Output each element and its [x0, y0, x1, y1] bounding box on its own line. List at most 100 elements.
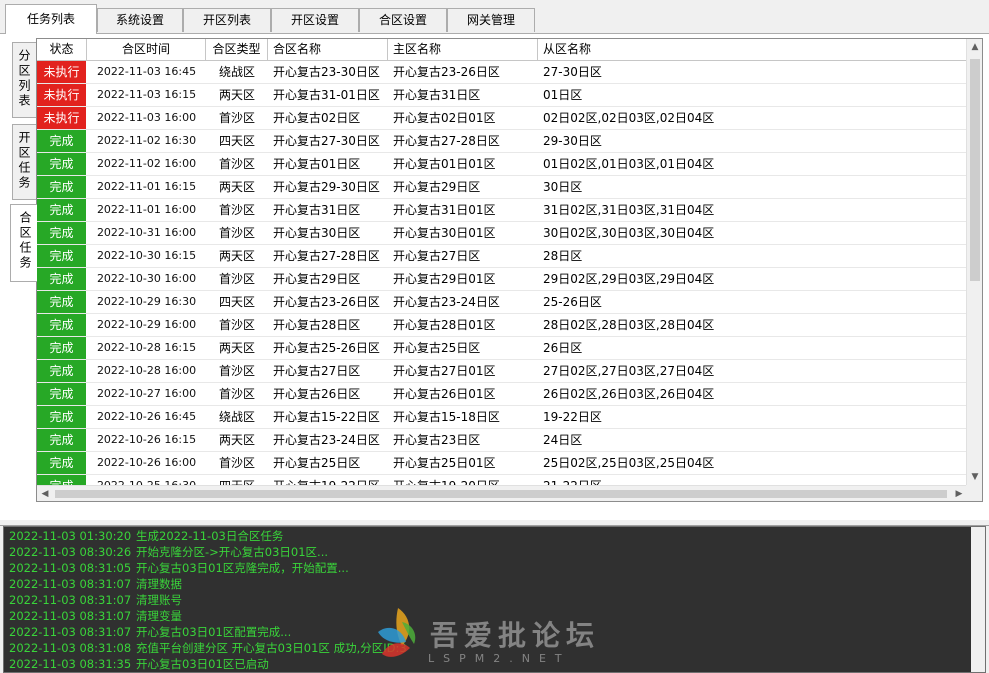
- table-row[interactable]: 完成 2022-10-28 16:15 两天区 开心复古25-26日区 开心复古25日区…: [37, 337, 967, 360]
- log-line: 2022-11-03 08:31:35 开心复古03日01区已启动: [9, 657, 269, 672]
- table-row[interactable]: 完成 2022-11-01 16:00 首沙区 开心复古31日区 开心复古31日01区 3…: [37, 199, 967, 222]
- merge-time-cell: 2022-10-26 16:45: [96, 410, 197, 423]
- merge-time-cell: 2022-11-01 16:00: [96, 203, 197, 216]
- log-line: 2022-11-03 08:31:05 开心复古03日01区克隆完成，开始配置..…: [9, 561, 349, 576]
- table-row[interactable]: 完成 2022-10-29 16:00 首沙区 开心复古28日区 开心复古28日01区 2…: [37, 314, 967, 337]
- tab-open-server-list[interactable]: 开区列表: [183, 8, 271, 32]
- sub-name-cell: 01日02区,01日03区,01日04区: [543, 157, 715, 171]
- scroll-thumb[interactable]: [970, 59, 980, 281]
- grid-horizontal-scrollbar[interactable]: ◀ ▶: [37, 485, 967, 501]
- main-name-cell: 开心复古27日01区: [393, 364, 496, 378]
- column-header-status[interactable]: 状态: [37, 39, 87, 61]
- table-row[interactable]: 完成 2022-10-30 16:00 首沙区 开心复古29日区 开心复古29日01区 2…: [37, 268, 967, 291]
- grid-header: 状态 合区时间 合区类型 合区名称 主区名称 从区名称: [37, 39, 967, 61]
- status-badge: 完成: [37, 245, 86, 267]
- side-tab-merge-task[interactable]: 合区任务: [10, 204, 37, 282]
- merge-type-cell: 四天区: [218, 295, 255, 309]
- column-header-sub-name[interactable]: 从区名称: [538, 39, 967, 61]
- table-row[interactable]: 完成 2022-11-02 16:00 首沙区 开心复古01日区 开心复古01日01区 0…: [37, 153, 967, 176]
- side-tab-label: 合区任务: [18, 211, 32, 271]
- scroll-up-icon[interactable]: ▲: [967, 39, 982, 55]
- merge-time-cell: 2022-10-31 16:00: [96, 226, 197, 239]
- merge-type-cell: 首沙区: [218, 226, 255, 240]
- main-name-cell: 开心复古23-26日区: [393, 65, 500, 79]
- side-tab-partition-list[interactable]: 分区列表: [12, 42, 36, 118]
- tab-system-settings[interactable]: 系统设置: [97, 8, 183, 32]
- merge-time-cell: 2022-10-30 16:15: [96, 249, 197, 262]
- tab-task-list[interactable]: 任务列表: [5, 4, 97, 34]
- main-name-cell: 开心复古27-28日区: [393, 134, 500, 148]
- side-tab-open-server-task[interactable]: 开区任务: [12, 124, 36, 200]
- merge-name-cell: 开心复古26日区: [273, 387, 361, 401]
- main-name-cell: 开心复古28日01区: [393, 318, 496, 332]
- log-timestamp: 2022-11-03 08:30:26: [9, 545, 132, 559]
- merge-time-cell: 2022-10-28 16:15: [96, 341, 197, 354]
- main-name-cell: 开心复古23-24日区: [393, 295, 500, 309]
- main-name-cell: 开心复古31日01区: [393, 203, 496, 217]
- merge-task-grid: 状态 合区时间 合区类型 合区名称 主区名称 从区名称 未执行 2022-11-0…: [36, 38, 983, 502]
- log-message: 清理变量: [136, 609, 182, 623]
- sub-name-cell: 29-30日区: [543, 134, 602, 148]
- sub-name-cell: 30日02区,30日03区,30日04区: [543, 226, 715, 240]
- table-row[interactable]: 完成 2022-10-26 16:45 绕战区 开心复古15-22日区 开心复古15-1…: [37, 406, 967, 429]
- log-line: 2022-11-03 08:31:07 清理数据: [9, 577, 182, 592]
- log-timestamp: 2022-11-03 08:31:07: [9, 609, 132, 623]
- log-timestamp: 2022-11-03 08:31:07: [9, 577, 132, 591]
- sub-name-cell: 28日区: [543, 249, 583, 263]
- main-name-cell: 开心复古25日区: [393, 341, 481, 355]
- main-name-cell: 开心复古25日01区: [393, 456, 496, 470]
- merge-type-cell: 首沙区: [218, 157, 255, 171]
- log-message: 开心复古03日01区已启动: [136, 657, 269, 671]
- merge-time-cell: 2022-10-26 16:15: [96, 433, 197, 446]
- table-row[interactable]: 完成 2022-10-26 16:00 首沙区 开心复古25日区 开心复古25日01区 2…: [37, 452, 967, 475]
- scroll-right-icon[interactable]: ▶: [951, 486, 967, 501]
- main-name-cell: 开心复古31日区: [393, 88, 481, 102]
- status-badge: 完成: [37, 199, 86, 221]
- main-tab-bar: 任务列表 系统设置 开区列表 开区设置 合区设置 网关管理: [0, 0, 989, 34]
- status-badge: 完成: [37, 406, 86, 428]
- table-row[interactable]: 未执行 2022-11-03 16:00 首沙区 开心复古02日区 开心复古02日01区…: [37, 107, 967, 130]
- merge-name-cell: 开心复古31日区: [273, 203, 361, 217]
- log-line: 2022-11-03 01:30:20 生成2022-11-03日合区任务: [9, 529, 283, 544]
- table-row[interactable]: 完成 2022-10-27 16:00 首沙区 开心复古26日区 开心复古26日01区 2…: [37, 383, 967, 406]
- scroll-thumb[interactable]: [55, 490, 947, 498]
- grid-vertical-scrollbar[interactable]: ▲ ▼: [966, 39, 982, 485]
- log-timestamp: 2022-11-03 08:31:08: [9, 641, 132, 655]
- scroll-down-icon[interactable]: ▼: [967, 469, 982, 485]
- table-row[interactable]: 完成 2022-10-29 16:30 四天区 开心复古23-26日区 开心复古23-2…: [37, 291, 967, 314]
- table-row[interactable]: 未执行 2022-11-03 16:45 绕战区 开心复古23-30日区 开心复古23-…: [37, 61, 967, 84]
- column-header-merge-name[interactable]: 合区名称: [268, 39, 388, 61]
- log-message: 开心复古03日01区克隆完成，开始配置...: [136, 561, 349, 575]
- merge-type-cell: 首沙区: [218, 364, 255, 378]
- merge-type-cell: 首沙区: [218, 387, 255, 401]
- column-header-merge-time[interactable]: 合区时间: [87, 39, 206, 61]
- tab-gateway-management[interactable]: 网关管理: [447, 8, 535, 32]
- side-tab-label: 开区任务: [17, 131, 31, 191]
- scroll-left-icon[interactable]: ◀: [37, 486, 53, 501]
- tab-merge-settings[interactable]: 合区设置: [359, 8, 447, 32]
- merge-time-cell: 2022-10-27 16:00: [96, 387, 197, 400]
- log-scrollbar[interactable]: [971, 527, 985, 672]
- main-name-cell: 开心复古02日01区: [393, 111, 496, 125]
- table-row[interactable]: 完成 2022-11-01 16:15 两天区 开心复古29-30日区 开心复古29日区…: [37, 176, 967, 199]
- table-row[interactable]: 完成 2022-10-26 16:15 两天区 开心复古23-24日区 开心复古23日区…: [37, 429, 967, 452]
- status-badge: 完成: [37, 130, 86, 152]
- table-row[interactable]: 完成 2022-10-30 16:15 两天区 开心复古27-28日区 开心复古27日区…: [37, 245, 967, 268]
- table-row[interactable]: 完成 2022-10-31 16:00 首沙区 开心复古30日区 开心复古30日01区 3…: [37, 222, 967, 245]
- column-header-merge-type[interactable]: 合区类型: [206, 39, 268, 61]
- tab-open-server-settings[interactable]: 开区设置: [271, 8, 359, 32]
- sub-name-cell: 02日02区,02日03区,02日04区: [543, 111, 715, 125]
- main-name-cell: 开心复古26日01区: [393, 387, 496, 401]
- table-row[interactable]: 完成 2022-11-02 16:30 四天区 开心复古27-30日区 开心复古27-2…: [37, 130, 967, 153]
- status-badge: 完成: [37, 268, 86, 290]
- column-header-main-name[interactable]: 主区名称: [388, 39, 538, 61]
- merge-type-cell: 两天区: [218, 180, 255, 194]
- merge-name-cell: 开心复古23-30日区: [273, 65, 380, 79]
- merge-name-cell: 开心复古31-01日区: [273, 88, 380, 102]
- merge-name-cell: 开心复古29-30日区: [273, 180, 380, 194]
- merge-type-cell: 两天区: [218, 88, 255, 102]
- merge-name-cell: 开心复古23-24日区: [273, 433, 380, 447]
- table-row[interactable]: 未执行 2022-11-03 16:15 两天区 开心复古31-01日区 开心复古31日…: [37, 84, 967, 107]
- log-message: 清理数据: [136, 577, 182, 591]
- table-row[interactable]: 完成 2022-10-28 16:00 首沙区 开心复古27日区 开心复古27日01区 2…: [37, 360, 967, 383]
